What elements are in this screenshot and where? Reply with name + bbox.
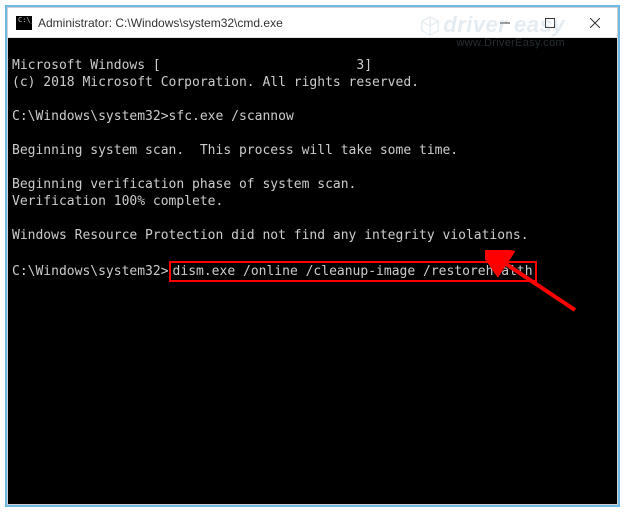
close-button[interactable] [572, 8, 617, 37]
terminal-line: C:\Windows\system32>dism.exe /online /cl… [12, 264, 537, 279]
window-title: Administrator: C:\Windows\system32\cmd.e… [38, 16, 482, 30]
terminal-line: Beginning verification phase of system s… [12, 177, 356, 192]
maximize-button[interactable] [527, 8, 572, 37]
terminal-line: (c) 2018 Microsoft Corporation. All righ… [12, 75, 419, 90]
minimize-button[interactable] [482, 8, 527, 37]
cmd-window: Administrator: C:\Windows\system32\cmd.e… [7, 7, 618, 505]
highlighted-command: dism.exe /online /cleanup-image /restore… [169, 261, 537, 282]
titlebar: Administrator: C:\Windows\system32\cmd.e… [8, 8, 617, 38]
terminal-line: C:\Windows\system32>sfc.exe /scannow [12, 109, 294, 124]
prompt-path: C:\Windows\system32> [12, 264, 169, 279]
terminal-line: Windows Resource Protection did not find… [12, 228, 529, 243]
terminal-line: Microsoft Windows [ 3] [12, 58, 372, 73]
terminal-line: Verification 100% complete. [12, 194, 223, 209]
cmd-icon [16, 16, 32, 30]
terminal-line: Beginning system scan. This process will… [12, 143, 458, 158]
terminal-output[interactable]: Microsoft Windows [ 3] (c) 2018 Microsof… [8, 38, 617, 504]
prompt-command: sfc.exe /scannow [169, 109, 294, 124]
window-controls [482, 8, 617, 37]
prompt-path: C:\Windows\system32> [12, 109, 169, 124]
